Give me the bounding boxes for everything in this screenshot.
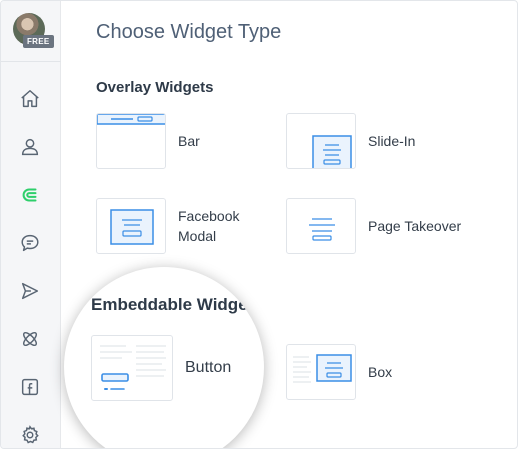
widget-box-label: Box bbox=[368, 364, 393, 380]
integrations-icon bbox=[22, 331, 38, 347]
user-icon bbox=[21, 138, 39, 156]
facebook-modal-thumbnail bbox=[96, 198, 166, 254]
facebook-icon bbox=[21, 378, 39, 396]
magnifier-highlight: Embeddable Widge Button bbox=[64, 267, 264, 448]
widget-page-takeover-label: Page Takeover bbox=[368, 218, 462, 234]
magnifier-content: Embeddable Widge Button bbox=[64, 267, 264, 448]
button-thumbnail bbox=[91, 335, 173, 401]
sidebar-item-integrations[interactable] bbox=[16, 325, 44, 353]
sidebar: FREE bbox=[1, 1, 61, 448]
embeddable-section-title: Embeddable Widge bbox=[91, 295, 248, 314]
sidebar-item-home[interactable] bbox=[16, 85, 44, 113]
bar-preview-icon bbox=[97, 114, 165, 125]
box-preview-icon bbox=[293, 354, 352, 383]
home-icon bbox=[21, 90, 39, 108]
takeover-preview-icon bbox=[309, 218, 335, 241]
gear-icon bbox=[22, 425, 39, 444]
bar-thumbnail bbox=[96, 113, 166, 169]
widget-button[interactable]: Button bbox=[91, 335, 231, 401]
page-takeover-thumbnail bbox=[286, 198, 356, 254]
send-icon bbox=[21, 282, 39, 300]
sidebar-item-growth-tools[interactable] bbox=[16, 181, 44, 209]
slide-in-preview-icon bbox=[312, 135, 352, 168]
sidebar-item-broadcasts[interactable] bbox=[16, 277, 44, 305]
sidebar-item-settings[interactable] bbox=[16, 421, 44, 448]
widget-bar-label: Bar bbox=[178, 133, 200, 149]
modal-preview-icon bbox=[110, 209, 154, 245]
account-menu[interactable]: FREE bbox=[11, 13, 54, 53]
box-thumbnail bbox=[286, 344, 356, 400]
sidebar-item-profile[interactable] bbox=[16, 133, 44, 161]
widget-slide-in-label: Slide-In bbox=[368, 133, 416, 149]
plan-badge: FREE bbox=[23, 35, 54, 48]
widget-facebook-modal[interactable]: Facebook Modal bbox=[96, 198, 239, 254]
page-title: Choose Widget Type bbox=[96, 21, 282, 43]
widget-bar[interactable]: Bar bbox=[96, 113, 200, 169]
widget-facebook-modal-label: Facebook Modal bbox=[178, 206, 239, 246]
chat-icon bbox=[21, 234, 39, 252]
sidebar-item-facebook[interactable] bbox=[16, 373, 44, 401]
sidebar-item-live-chat[interactable] bbox=[16, 229, 44, 257]
overlay-section-title: Overlay Widgets bbox=[96, 79, 214, 96]
widget-slide-in[interactable]: Slide-In bbox=[286, 113, 415, 169]
app-window: FREE Choose Widget Type Overlay Widgets … bbox=[0, 0, 518, 449]
magnet-icon bbox=[22, 188, 37, 202]
facebook-modal-label-line2: Modal bbox=[178, 228, 217, 244]
widget-page-takeover[interactable]: Page Takeover bbox=[286, 198, 461, 254]
sidebar-divider bbox=[1, 61, 61, 62]
button-preview-icon bbox=[100, 345, 166, 390]
widget-box[interactable]: Box bbox=[286, 344, 392, 400]
facebook-modal-label-line1: Facebook bbox=[178, 208, 240, 224]
slide-in-thumbnail bbox=[286, 113, 356, 169]
widget-button-label: Button bbox=[185, 359, 232, 376]
